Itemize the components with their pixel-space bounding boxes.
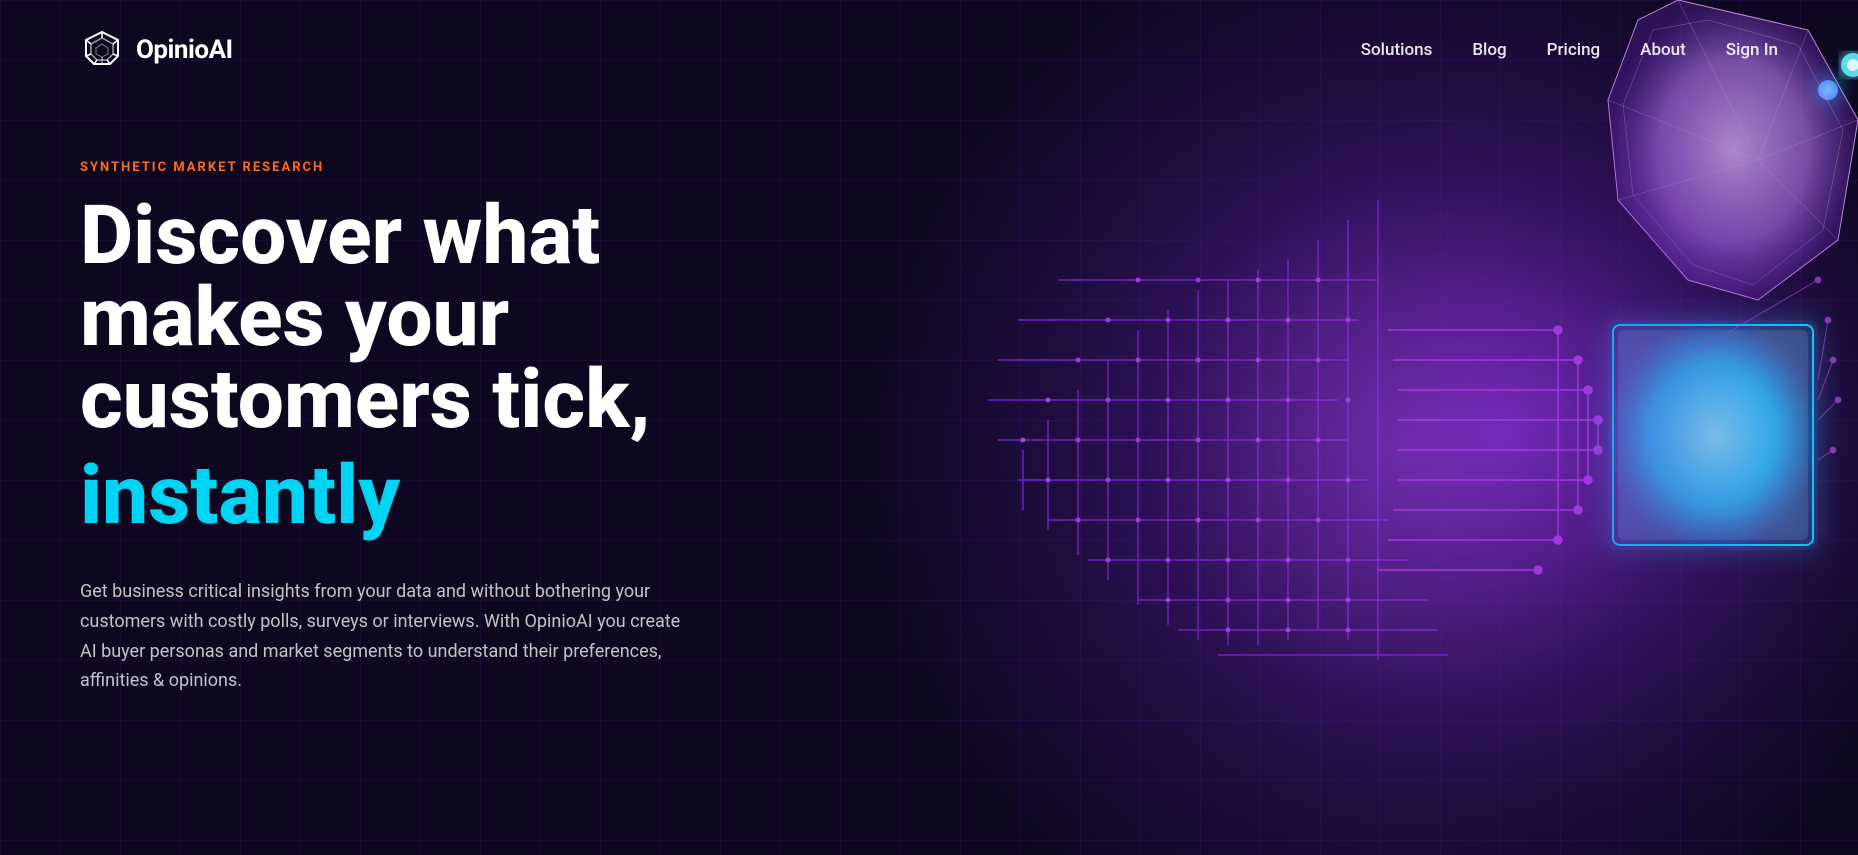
nav-item-signin[interactable]: Sign In bbox=[1726, 40, 1778, 60]
headline-accent: instantly bbox=[80, 451, 700, 541]
nav-link-pricing[interactable]: Pricing bbox=[1547, 40, 1601, 60]
nav-link-about[interactable]: About bbox=[1640, 40, 1686, 60]
nav-item-blog[interactable]: Blog bbox=[1472, 40, 1506, 60]
nav-item-solutions[interactable]: Solutions bbox=[1361, 40, 1433, 60]
page-wrapper: OpinioAI Solutions Blog Pricing About Si… bbox=[0, 0, 1858, 855]
logo-text: OpinioAI bbox=[136, 35, 233, 65]
logo-link[interactable]: OpinioAI bbox=[80, 28, 233, 72]
hero-content: SYNTHETIC MARKET RESEARCH Discover what … bbox=[0, 100, 780, 756]
hero-description: Get business critical insights from your… bbox=[80, 577, 700, 696]
hero-headline: Discover what makes your customers tick, bbox=[80, 195, 700, 441]
nav-item-pricing[interactable]: Pricing bbox=[1547, 40, 1601, 60]
logo-icon bbox=[80, 28, 124, 72]
nav-links: Solutions Blog Pricing About Sign In bbox=[1361, 40, 1778, 60]
navbar: OpinioAI Solutions Blog Pricing About Si… bbox=[0, 0, 1858, 100]
nav-item-about[interactable]: About bbox=[1640, 40, 1686, 60]
hero-subtitle: SYNTHETIC MARKET RESEARCH bbox=[80, 160, 700, 175]
hero-visual bbox=[858, 0, 1858, 855]
nav-link-solutions[interactable]: Solutions bbox=[1361, 40, 1433, 60]
nav-link-signin[interactable]: Sign In bbox=[1726, 40, 1778, 60]
nav-link-blog[interactable]: Blog bbox=[1472, 40, 1506, 60]
headline-line3: customers tick, bbox=[80, 352, 651, 448]
